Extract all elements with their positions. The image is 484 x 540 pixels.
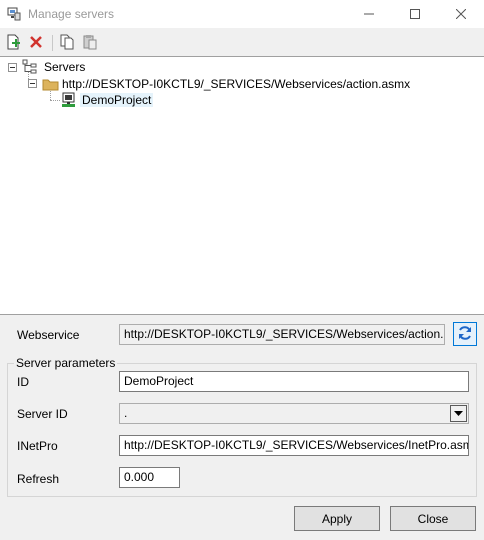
server-parameters-title: Server parameters <box>14 356 118 370</box>
server-tree[interactable]: Servers http://DESKTOP-I0KCTL9/_SERVICES… <box>0 57 484 315</box>
refresh-field[interactable]: 0.000 <box>119 467 180 488</box>
toolbar-separator <box>52 35 53 51</box>
new-document-plus-icon <box>5 34 21 53</box>
server-id-label: Server ID <box>17 407 68 421</box>
tree-node-demoproject[interactable]: DemoProject <box>80 93 154 107</box>
webservice-collapse-toggle[interactable] <box>28 79 37 88</box>
server-id-selected-value: . <box>124 406 128 420</box>
close-button[interactable]: Close <box>390 506 476 531</box>
server-id-dropdown[interactable]: . <box>119 403 469 424</box>
servers-collapse-toggle[interactable] <box>8 63 17 72</box>
tree-connector <box>50 100 60 101</box>
webservice-field[interactable]: http://DESKTOP-I0KCTL9/_SERVICES/Webserv… <box>119 324 445 345</box>
close-window-button[interactable] <box>438 0 484 28</box>
title-bar: Manage servers <box>0 0 484 28</box>
add-server-button[interactable] <box>4 34 22 52</box>
tree-node-servers[interactable]: Servers <box>44 60 85 74</box>
chevron-down-icon[interactable] <box>450 405 467 422</box>
id-field[interactable]: DemoProject <box>119 371 469 392</box>
tree-node-webservice[interactable]: http://DESKTOP-I0KCTL9/_SERVICES/Webserv… <box>62 77 410 91</box>
refresh-label: Refresh <box>17 472 60 486</box>
inetpro-field[interactable]: http://DESKTOP-I0KCTL9/_SERVICES/Webserv… <box>119 435 469 456</box>
maximize-button[interactable] <box>392 0 438 28</box>
toolbar <box>0 28 484 57</box>
computer-icon <box>61 92 77 111</box>
apply-button[interactable]: Apply <box>294 506 380 531</box>
paste-button[interactable] <box>81 34 99 52</box>
server-app-icon <box>7 7 21 21</box>
delete-server-button[interactable] <box>27 34 45 52</box>
inetpro-label: INetPro <box>17 439 58 453</box>
id-label: ID <box>17 375 29 389</box>
tree-root-icon <box>22 59 38 78</box>
refresh-icon <box>457 325 473 344</box>
window-title: Manage servers <box>28 7 115 21</box>
red-x-icon <box>29 35 43 52</box>
paste-icon <box>82 34 98 53</box>
copy-button[interactable] <box>58 34 76 52</box>
copy-icon <box>59 34 75 53</box>
refresh-webservice-button[interactable] <box>453 322 477 346</box>
minimize-button[interactable] <box>346 0 392 28</box>
webservice-label: Webservice <box>17 328 80 342</box>
folder-icon <box>42 77 59 94</box>
